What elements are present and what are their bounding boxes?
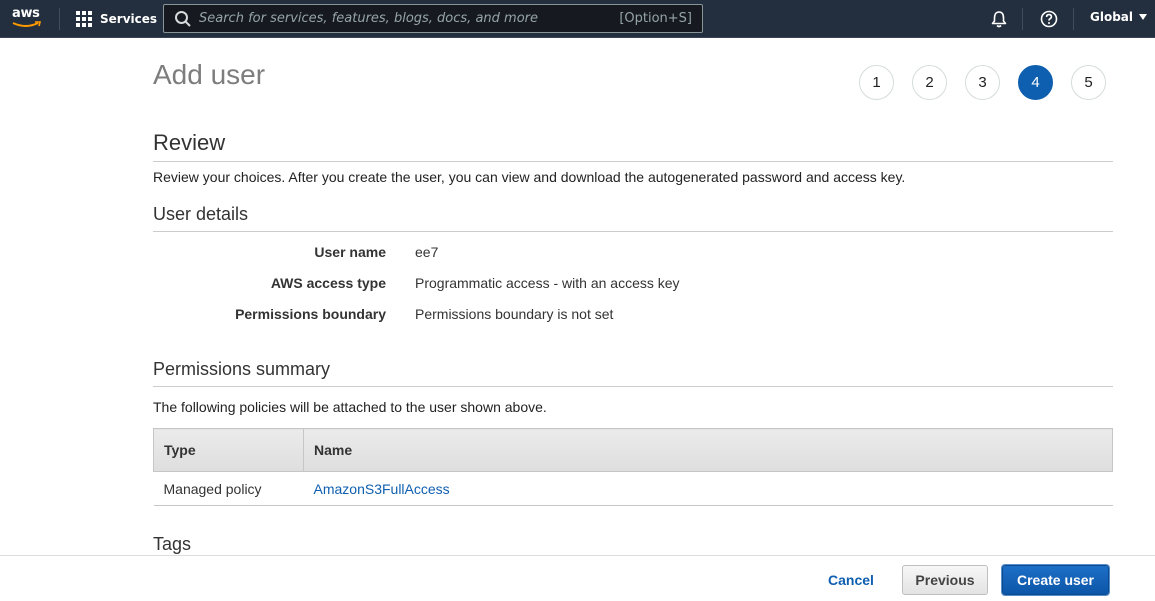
wizard-step-3[interactable]: 3 bbox=[965, 65, 1000, 100]
wizard-step-4[interactable]: 4 bbox=[1018, 65, 1053, 100]
help-circle-icon bbox=[1040, 10, 1058, 28]
search-input[interactable] bbox=[199, 11, 620, 26]
wizard-step-2[interactable]: 2 bbox=[912, 65, 947, 100]
aws-logo-icon[interactable]: aws bbox=[12, 6, 44, 32]
detail-label: Permissions boundary bbox=[235, 306, 386, 322]
help-button[interactable] bbox=[1038, 8, 1060, 30]
cancel-button[interactable]: Cancel bbox=[828, 572, 874, 588]
user-details-heading: User details bbox=[153, 204, 1113, 232]
detail-row-permissions-boundary: Permissions boundary Permissions boundar… bbox=[153, 306, 853, 326]
table-row: Managed policy AmazonS3FullAccess bbox=[153, 471, 1113, 506]
services-label: Services bbox=[100, 12, 158, 26]
nav-divider bbox=[1073, 8, 1074, 30]
detail-value: ee7 bbox=[415, 244, 439, 260]
bell-icon bbox=[991, 11, 1007, 28]
previous-button[interactable]: Previous bbox=[902, 565, 988, 595]
column-header-type: Type bbox=[153, 428, 304, 472]
notifications-button[interactable] bbox=[988, 8, 1010, 30]
detail-label: AWS access type bbox=[270, 275, 386, 291]
tags-heading: Tags bbox=[153, 534, 192, 554]
wizard-step-5[interactable]: 5 bbox=[1071, 65, 1106, 100]
review-heading: Review bbox=[153, 130, 1113, 162]
top-navigation-bar: aws Services [Option+S] bbox=[0, 0, 1155, 38]
review-description: Review your choices. After you create th… bbox=[153, 169, 906, 185]
detail-value: Programmatic access - with an access key bbox=[415, 275, 680, 291]
page-title: Add user bbox=[153, 59, 266, 90]
create-user-button[interactable]: Create user bbox=[1002, 565, 1109, 595]
aws-smile-icon bbox=[12, 21, 42, 27]
wizard-step-1[interactable]: 1 bbox=[859, 65, 894, 100]
region-selector[interactable]: Global bbox=[1090, 10, 1148, 24]
permissions-summary-heading: Permissions summary bbox=[153, 359, 1113, 387]
search-box[interactable]: [Option+S] bbox=[163, 4, 703, 33]
detail-row-access-type: AWS access type Programmatic access - wi… bbox=[153, 275, 853, 295]
services-menu-button[interactable]: Services bbox=[76, 9, 157, 29]
policies-table: Type Name Managed policy AmazonS3FullAcc… bbox=[153, 428, 1113, 506]
search-icon bbox=[175, 10, 191, 27]
policy-type-cell: Managed policy bbox=[153, 471, 304, 506]
wizard-steps: 1 2 3 4 5 bbox=[859, 65, 1106, 100]
detail-value: Permissions boundary is not set bbox=[415, 306, 614, 322]
permissions-description: The following policies will be attached … bbox=[153, 399, 547, 415]
caret-down-icon bbox=[1139, 14, 1148, 20]
nav-divider bbox=[1022, 8, 1023, 30]
policy-name-cell: AmazonS3FullAccess bbox=[303, 471, 1113, 506]
column-header-name: Name bbox=[303, 428, 1113, 472]
grid-icon bbox=[76, 11, 92, 27]
region-label: Global bbox=[1090, 10, 1134, 24]
policy-link[interactable]: AmazonS3FullAccess bbox=[314, 481, 450, 497]
aws-logo-text: aws bbox=[12, 6, 40, 21]
detail-label: User name bbox=[314, 244, 386, 260]
table-header-row: Type Name bbox=[153, 428, 1113, 472]
search-shortcut-hint: [Option+S] bbox=[619, 11, 692, 26]
nav-divider bbox=[59, 8, 60, 30]
wizard-footer: Cancel Previous Create user bbox=[0, 555, 1155, 601]
detail-row-user-name: User name ee7 bbox=[153, 244, 853, 264]
